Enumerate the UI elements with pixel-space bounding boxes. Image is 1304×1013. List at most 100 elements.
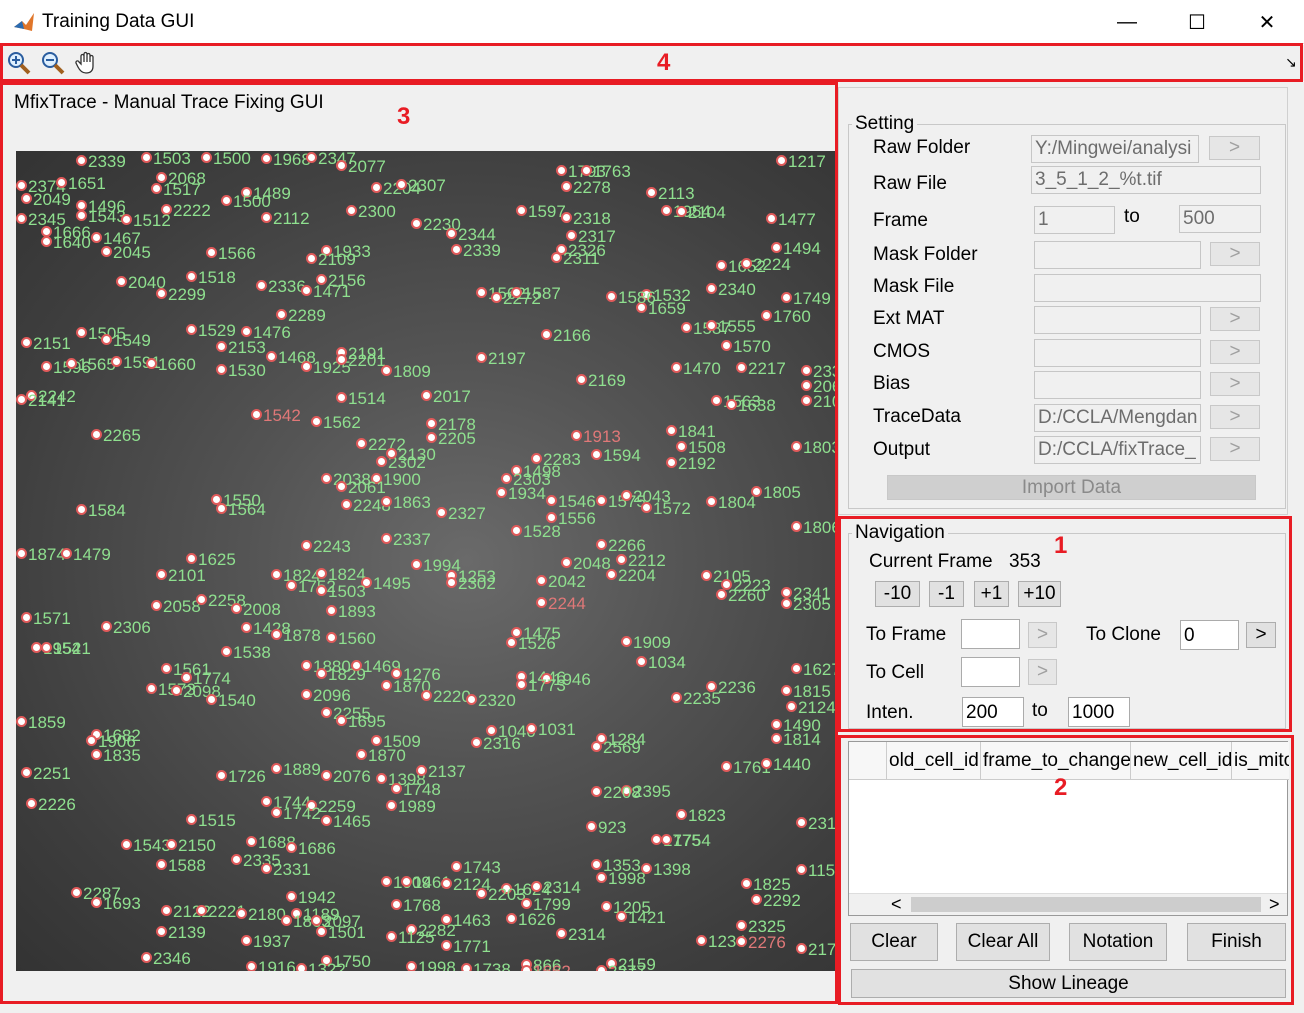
show-lineage-button[interactable]: Show Lineage [851,969,1286,998]
cell-label[interactable]: 1031 [526,721,576,739]
raw-folder-field[interactable]: Y:/Mingwei/analysi [1031,135,1199,163]
cell-label[interactable]: 2320 [466,692,516,710]
step-minus-1-button[interactable]: -1 [929,581,964,607]
cell-label[interactable]: 2327 [436,505,486,523]
cell-label[interactable]: 1566 [206,245,256,263]
scroll-right-icon[interactable]: > [1269,894,1280,915]
cell-label[interactable]: 1562 [311,414,361,432]
raw-folder-browse-button[interactable]: > [1209,136,1260,160]
tracedata-field[interactable]: D:/CCLA/Mengdan [1034,404,1201,432]
cell-label[interactable]: 2008 [231,601,281,619]
cell-label[interactable]: 1470 [671,360,721,378]
cell-label[interactable]: 1560 [326,630,376,648]
cell-label[interactable]: 1512 [121,212,171,230]
cell-label[interactable]: 2124 [786,699,835,717]
cell-label[interactable]: 1998 [596,870,646,888]
cell-label[interactable]: 1773 [516,677,566,695]
cell-label[interactable]: 1530 [216,362,266,380]
table-header-old-cell-id[interactable]: old_cell_id [887,742,981,780]
cell-label[interactable]: 1803 [791,439,835,457]
scroll-left-icon[interactable]: < [891,894,902,915]
notation-button[interactable]: Notation [1069,923,1167,961]
frame-to-field[interactable]: 500 [1179,205,1261,233]
cell-label[interactable]: 2113 [646,185,695,203]
cell-label[interactable]: 1693 [91,895,141,913]
cell-label[interactable]: 1662 [521,963,571,972]
cell-label[interactable]: 2318 [561,210,611,228]
cell-label[interactable]: 1878 [271,627,321,645]
to-frame-input[interactable] [961,619,1020,649]
cell-label[interactable]: 2045 [101,244,151,262]
to-clone-input[interactable]: 0 [1180,620,1239,650]
clear-all-button[interactable]: Clear All [956,923,1050,961]
cell-label[interactable]: 1465 [321,813,371,831]
cell-label[interactable]: 1588 [156,857,206,875]
cell-label[interactable]: 1503 [141,151,191,168]
cell-label[interactable]: 1937 [241,933,291,951]
cell-label[interactable]: 2102 [801,393,835,411]
cell-label[interactable]: 2197 [476,350,526,368]
cell-label[interactable]: 1597 [516,203,566,221]
cell-label[interactable]: 1495 [361,575,411,593]
frame-from-field[interactable]: 1 [1034,206,1115,234]
cell-label[interactable]: 1540 [206,692,256,710]
cell-label[interactable]: 1500 [201,151,251,168]
to-cell-input[interactable] [961,657,1020,687]
cell-label[interactable]: 2311 [551,250,600,268]
cell-label[interactable]: 2042 [536,573,586,591]
cell-label[interactable]: 2201 [336,352,386,370]
cell-label[interactable]: 1571 [21,610,71,628]
cell-label[interactable]: 2278 [561,179,611,197]
cell-label[interactable]: 1934 [496,485,546,503]
cell-label[interactable]: 2314 [556,926,606,944]
cell-label[interactable]: 1528 [511,523,561,541]
cell-label[interactable]: 1726 [216,768,266,786]
cell-label[interactable]: 1471 [301,283,351,301]
cell-label[interactable]: 2569 [591,739,641,757]
cell-label[interactable]: 2076 [321,768,371,786]
ext-mat-browse-button[interactable]: > [1210,307,1260,331]
cell-label[interactable]: 2307 [396,177,446,195]
cell-label[interactable]: 1771 [441,938,491,956]
cmos-field[interactable] [1034,339,1201,367]
cell-label[interactable]: 2251 [21,765,71,783]
cell-label[interactable]: 2318 [796,815,835,833]
clear-button[interactable]: Clear [850,923,938,961]
cell-label[interactable]: 2339 [76,153,126,171]
cell-label[interactable]: 2058 [151,598,201,616]
cell-label[interactable]: 2150 [166,837,216,855]
cell-label[interactable]: 2305 [781,596,831,614]
cell-label[interactable]: 1626 [506,911,556,929]
cell-label[interactable]: 1151 [796,862,835,880]
cell-label[interactable]: 1805 [751,484,801,502]
cell-label[interactable]: 2061 [336,479,386,497]
table-header-rowhead[interactable] [849,742,887,780]
cell-label[interactable]: 2302 [446,575,496,593]
cell-label[interactable]: 2141 [16,392,66,410]
cell-label[interactable]: 2337 [381,531,431,549]
step-plus-10-button[interactable]: +10 [1018,581,1061,607]
cell-label[interactable]: 1760 [761,308,811,326]
cell-label[interactable]: 1477 [766,211,816,229]
changes-table[interactable]: old_cell_id frame_to_change new_cell_id … [848,741,1289,916]
inten-to-input[interactable]: 1000 [1068,697,1130,727]
table-header-new-cell-id[interactable]: new_cell_id [1131,742,1232,780]
cell-label[interactable]: 1565 [66,356,116,374]
cell-label[interactable]: 1217 [776,153,826,171]
cell-label[interactable]: 2180 [236,906,286,924]
to-frame-go-button[interactable]: > [1028,622,1057,648]
cell-label[interactable]: 2276 [736,934,786,952]
mask-folder-browse-button[interactable]: > [1210,242,1260,266]
cell-label[interactable]: 1660 [146,356,196,374]
cell-label[interactable]: 1322 [296,961,346,972]
cell-label[interactable]: 1549 [101,332,151,350]
cell-label[interactable]: 1584 [76,502,126,520]
cell-label[interactable]: 1768 [391,897,441,915]
cell-label[interactable]: 2331 [261,861,311,879]
raw-file-field[interactable]: 3_5_1_2_%t.tif [1031,166,1261,194]
cell-label[interactable]: 2192 [666,455,716,473]
zoom-out-icon[interactable] [40,50,66,76]
scrollbar-thumb[interactable] [911,897,1261,912]
cell-label[interactable]: 2096 [301,687,351,705]
maximize-button[interactable]: ☐ [1162,0,1232,44]
